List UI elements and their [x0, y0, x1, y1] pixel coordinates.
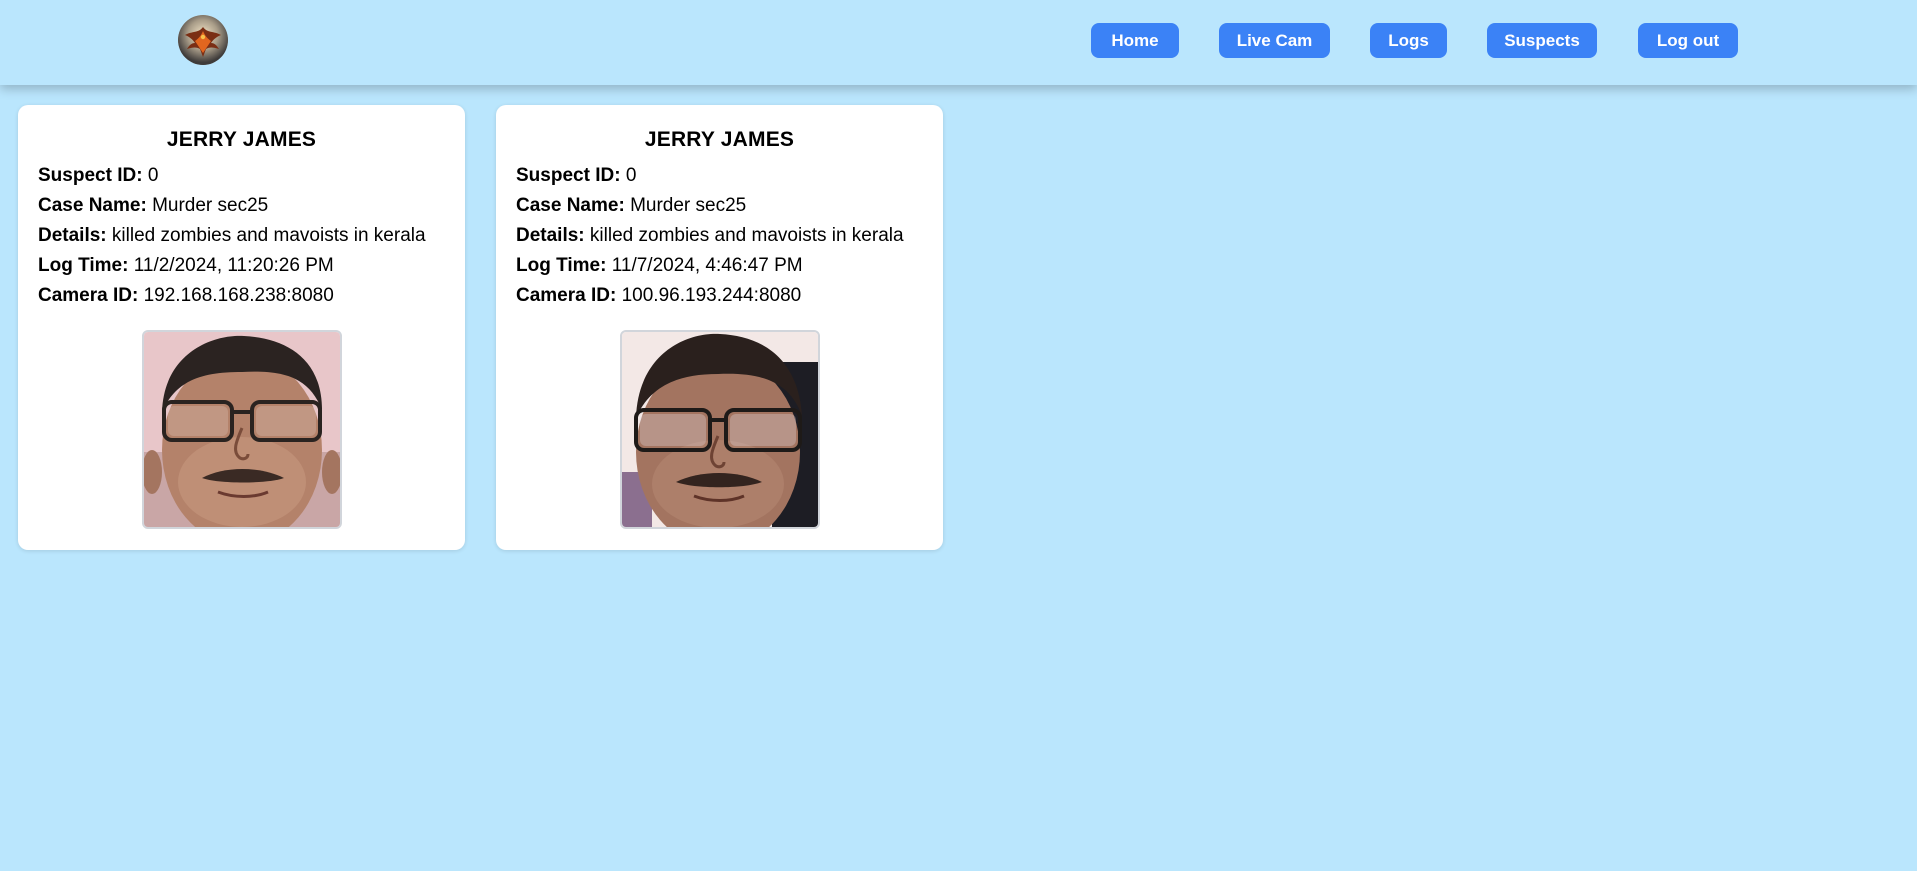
suspect-id-value: 0 [625, 165, 637, 186]
suspect-id-row: Suspect ID: 0 [38, 165, 158, 187]
log-time-row: Log Time: 11/2/2024, 11:20:26 PM [38, 255, 334, 277]
case-name-row: Case Name: Murder sec25 [38, 195, 268, 217]
log-time-label: Log Time: [516, 255, 607, 276]
details-label: Details: [516, 225, 585, 246]
suspect-name: JERRY JAMES [166, 128, 317, 151]
camera-id-label: Camera ID: [38, 285, 139, 306]
nav-logs-button[interactable]: Logs [1370, 23, 1447, 58]
camera-id-row: Camera ID: 100.96.193.244:8080 [516, 285, 801, 307]
phoenix-logo-graphic [178, 15, 228, 65]
log-card: JERRY JAMES Suspect ID: 0 Case Name: Mur… [496, 105, 943, 550]
log-card: JERRY JAMES Suspect ID: 0 Case Name: Mur… [18, 105, 465, 550]
log-time-label: Log Time: [38, 255, 129, 276]
top-navbar: Home Live Cam Logs Suspects Log out [0, 0, 1917, 85]
details-value: killed zombies and mavoists in kerala [111, 225, 426, 246]
case-name-label: Case Name: [38, 195, 147, 216]
suspect-photo [620, 330, 820, 529]
details-row: Details: killed zombies and mavoists in … [38, 225, 426, 247]
log-time-row: Log Time: 11/7/2024, 4:46:47 PM [516, 255, 803, 277]
nav-live-cam-button[interactable]: Live Cam [1219, 23, 1330, 58]
suspect-id-row: Suspect ID: 0 [516, 165, 636, 187]
case-name-label: Case Name: [516, 195, 625, 216]
logo-icon[interactable] [178, 15, 228, 65]
log-time-value: 11/7/2024, 4:46:47 PM [611, 255, 803, 276]
suspect-photo [142, 330, 342, 529]
face-photo-graphic [622, 332, 818, 527]
suspect-id-label: Suspect ID: [38, 165, 143, 186]
camera-id-value: 100.96.193.244:8080 [621, 285, 802, 306]
nav-log-out-button[interactable]: Log out [1638, 23, 1738, 58]
case-name-row: Case Name: Murder sec25 [516, 195, 746, 217]
camera-id-row: Camera ID: 192.168.168.238:8080 [38, 285, 334, 307]
suspect-id-value: 0 [147, 165, 159, 186]
camera-id-value: 192.168.168.238:8080 [143, 285, 334, 306]
details-row: Details: killed zombies and mavoists in … [516, 225, 904, 247]
case-name-value: Murder sec25 [630, 195, 747, 216]
camera-id-label: Camera ID: [516, 285, 617, 306]
nav-home-button[interactable]: Home [1091, 23, 1179, 58]
suspect-name: JERRY JAMES [644, 128, 795, 151]
face-photo-graphic [144, 332, 340, 527]
nav-suspects-button[interactable]: Suspects [1487, 23, 1597, 58]
log-time-value: 11/2/2024, 11:20:26 PM [133, 255, 334, 276]
details-label: Details: [38, 225, 107, 246]
suspect-id-label: Suspect ID: [516, 165, 621, 186]
case-name-value: Murder sec25 [152, 195, 269, 216]
details-value: killed zombies and mavoists in kerala [589, 225, 904, 246]
